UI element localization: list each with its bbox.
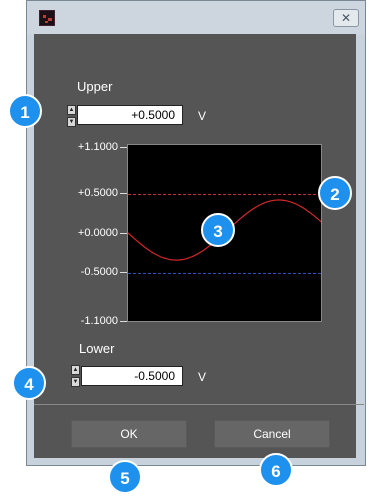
ytick-mark — [120, 193, 127, 194]
ytick-label: -1.1000 — [80, 315, 118, 327]
callout-badge-2: 2 — [318, 176, 352, 210]
ok-button[interactable]: OK — [71, 420, 187, 448]
upper-decrement-icon[interactable]: ▼ — [67, 117, 76, 127]
app-icon — [39, 10, 55, 26]
ytick-mark — [120, 272, 127, 273]
callout-badge-6: 6 — [259, 453, 293, 487]
callout-badge-3: 3 — [201, 213, 235, 247]
callout-badge-4: 4 — [12, 366, 46, 400]
lower-value-field[interactable]: -0.5000 — [81, 366, 183, 386]
lower-label: Lower — [79, 341, 115, 356]
lower-decrement-icon[interactable]: ▼ — [71, 377, 80, 387]
upper-increment-icon[interactable]: ▲ — [67, 105, 76, 115]
upper-value-field[interactable]: +0.5000 — [77, 105, 183, 125]
lower-increment-icon[interactable]: ▲ — [71, 365, 80, 375]
upper-stepper[interactable]: ▲ ▼ — [67, 105, 76, 127]
ytick-mark — [120, 147, 127, 148]
ytick-mark — [120, 233, 127, 234]
ytick-label: +0.0000 — [77, 227, 118, 239]
title-bar: ✕ — [27, 1, 365, 35]
callout-badge-1: 1 — [8, 94, 42, 128]
close-button[interactable]: ✕ — [333, 9, 359, 27]
close-icon: ✕ — [340, 11, 352, 25]
ytick-label: -0.5000 — [80, 266, 118, 278]
lower-unit: V — [198, 370, 207, 384]
cancel-button[interactable]: Cancel — [214, 420, 330, 448]
callout-badge-5: 5 — [108, 460, 142, 494]
ytick-label: +1.1000 — [77, 141, 118, 153]
ytick-label: +0.5000 — [77, 187, 118, 199]
lower-stepper[interactable]: ▲ ▼ — [71, 365, 80, 387]
footer-separator — [34, 404, 364, 405]
upper-label: Upper — [77, 79, 113, 94]
ytick-mark — [120, 321, 127, 322]
upper-unit: V — [198, 109, 207, 123]
